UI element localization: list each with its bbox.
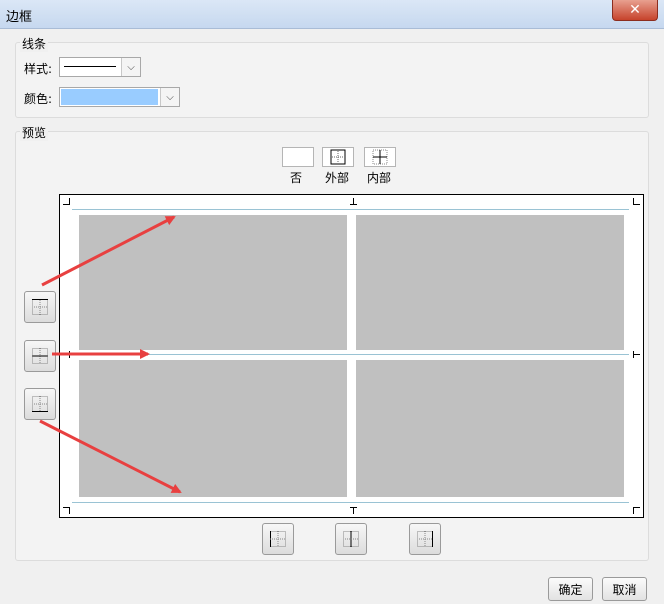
right-border-icon [417, 531, 433, 547]
tick-right-middle [633, 351, 640, 358]
close-icon: ✕ [629, 2, 641, 18]
corner-mark-bottom-right [633, 507, 640, 514]
close-button[interactable]: ✕ [612, 0, 658, 21]
preview-cell-top-right [356, 215, 624, 350]
guide-line-bottom [72, 502, 629, 503]
top-border-icon [32, 299, 48, 315]
middle-vertical-border-button[interactable] [335, 523, 367, 555]
preview-group-label: 预览 [20, 124, 49, 141]
corner-mark-top-left [63, 198, 70, 205]
ok-button-label: 确定 [558, 582, 583, 597]
ok-button[interactable]: 确定 [548, 577, 593, 601]
preview-cell-bottom-right [356, 360, 624, 497]
left-border-button[interactable] [262, 523, 294, 555]
preset-none-label: 否 [290, 171, 303, 185]
border-preview-canvas[interactable] [59, 194, 644, 518]
middle-horizontal-border-icon [32, 348, 48, 364]
line-color-swatch [61, 89, 158, 105]
middle-horizontal-border-button[interactable] [24, 340, 56, 372]
preview-cell-top-left [79, 215, 347, 350]
cancel-button-label: 取消 [612, 582, 637, 597]
line-color-select[interactable]: ⌵ [59, 87, 180, 107]
right-border-button[interactable] [409, 523, 441, 555]
line-style-dropdown-arrow[interactable]: ⌵ [121, 58, 140, 76]
line-style-preview [64, 66, 116, 67]
cancel-button[interactable]: 取消 [602, 577, 647, 601]
chevron-down-icon: ⌵ [127, 61, 135, 73]
outer-border-icon [330, 149, 346, 165]
top-border-button[interactable] [24, 291, 56, 323]
line-style-select[interactable]: ⌵ [59, 57, 141, 77]
guide-line-middle [72, 354, 629, 355]
inner-border-icon [372, 149, 388, 165]
tick-top-center [350, 198, 357, 205]
color-label: 颜色: [24, 92, 53, 106]
left-border-icon [270, 531, 286, 547]
title-bar: 边框 ✕ [0, 0, 664, 29]
chevron-down-icon: ⌵ [166, 91, 174, 103]
preset-outer-label: 外部 [325, 171, 350, 185]
preset-inner-button[interactable] [364, 147, 396, 167]
guide-line-top [72, 209, 629, 210]
tick-bottom-center [350, 507, 357, 514]
corner-mark-bottom-left [63, 507, 70, 514]
corner-mark-top-right [633, 198, 640, 205]
bottom-border-button[interactable] [24, 388, 56, 420]
bottom-border-icon [32, 396, 48, 412]
line-group-label: 线条 [20, 35, 49, 52]
preview-cell-bottom-left [79, 360, 347, 497]
tick-left-middle [63, 351, 70, 358]
line-color-dropdown-arrow[interactable]: ⌵ [160, 88, 179, 106]
window-title: 边框 [6, 10, 33, 25]
style-label: 样式: [24, 62, 53, 76]
preset-outer-button[interactable] [322, 147, 354, 167]
preset-none-button[interactable] [282, 147, 314, 167]
preset-inner-label: 内部 [367, 171, 392, 185]
middle-vertical-border-icon [343, 531, 359, 547]
